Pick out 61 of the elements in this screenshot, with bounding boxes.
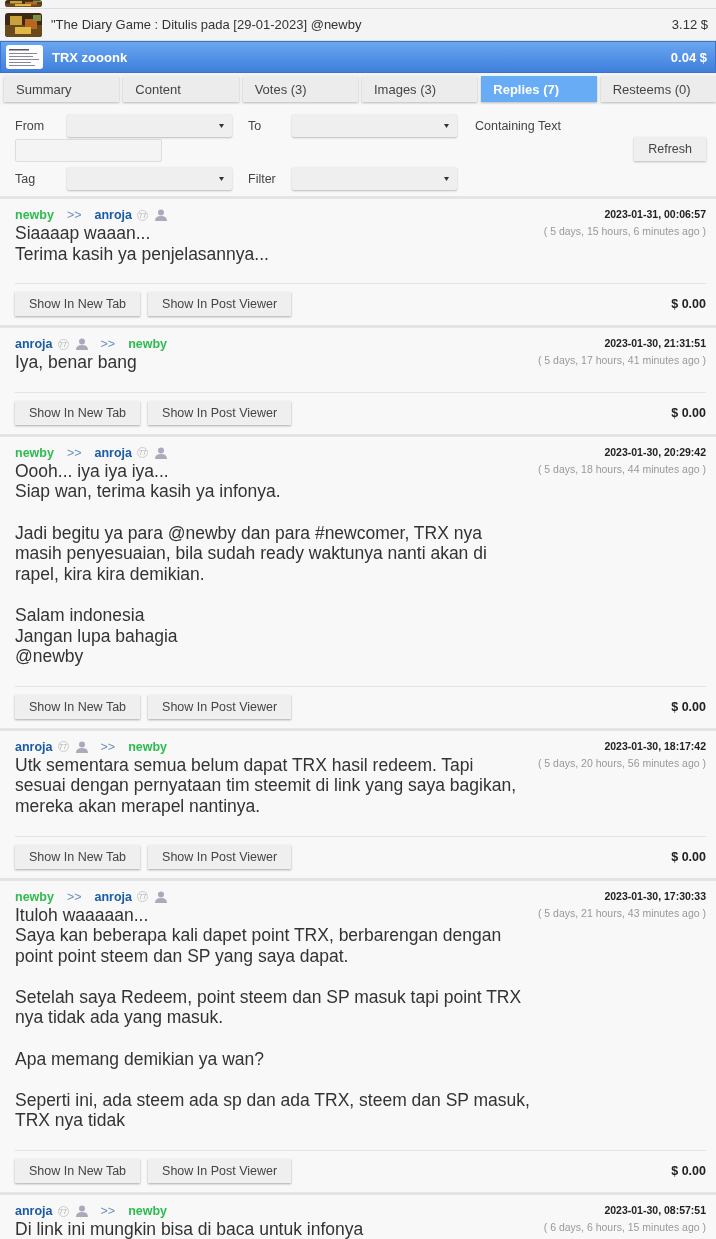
tab[interactable]: Content [123, 76, 239, 102]
filter-label: Containing Text [475, 118, 561, 133]
filter-label: Filter [248, 171, 277, 186]
reply-text: Ituloh waaaaan... Saya kan beberapa kali dapet point TRX, berbarengan dengan point point steem dan SP yang saya dapat. Setelah saya Redeem, point steem dan SP masuk tapi point TRX nya tidak ada yang masuk. Apa memang demikian ya wan? Seperti ini, ada steem ada sp dan ada TRX, steem dan SP masuk, TRX nya tidak [15, 904, 530, 1132]
show-button[interactable]: Show In New Tab [15, 1159, 141, 1184]
reply-date: 2023-01-30, 18:17:42 [603, 739, 706, 752]
payout-value: $ 0.00 [671, 849, 706, 864]
show-button[interactable]: Show In Post Viewer [148, 400, 292, 425]
show-button[interactable]: Show In New Tab [15, 844, 141, 869]
reply-text: Oooh... iya iya iya... Siap wan, terima kasih ya infonya. Jadi begitu ya para @newby dan para #newcomer, TRX nya masih penyesuaian, bila sudah ready waktunya nanti akan di rapel, kira kira demikian. Salam indonesia Jangan lupa bahagia @newby [15, 460, 487, 667]
reply-text: Utk sementara semua belum dapat TRX hasil redeem. Tapi sesuai dengan pernyataan tim steemit di link yang saya bagikan, mereka akan merapel nantinya. [15, 754, 516, 817]
time-ago: ( 5 days, 15 hours, 6 minutes ago ) [543, 225, 706, 237]
user-link[interactable]: anroja [15, 739, 53, 754]
tab[interactable]: Votes (3) [242, 76, 358, 102]
arrow-text: >> [66, 445, 82, 460]
user-link[interactable]: anroja [94, 889, 133, 904]
reply-text: Iya, benar bang [15, 352, 137, 373]
user-link[interactable]: anroja [15, 1204, 53, 1219]
arrow-text: >> [100, 1204, 116, 1219]
user-link[interactable]: anroja [94, 208, 133, 222]
tab[interactable]: Resteems (0) [600, 76, 716, 102]
tab[interactable]: Summary [4, 76, 120, 102]
time-ago: ( 5 days, 21 hours, 43 minutes ago ) [537, 906, 706, 919]
post-row[interactable]: "The Diary Game : Ditulis pada [29-01-2023] @newby 3.12 $ [0, 9, 716, 41]
show-button[interactable]: Show In Post Viewer [148, 694, 292, 719]
show-button[interactable]: Show In Post Viewer [148, 292, 292, 317]
post-title: TRX zooonk [52, 49, 129, 65]
user-link[interactable]: anroja [94, 445, 133, 460]
reply-text: Siaaaap waaan... Terima kasih ya penjelasannya... [15, 223, 269, 265]
show-button[interactable]: Show In Post Viewer [148, 844, 292, 869]
user-link[interactable]: anroja [15, 337, 53, 352]
payout-value: $ 0.00 [671, 1164, 706, 1179]
show-button[interactable]: Show In New Tab [15, 400, 141, 425]
filter-label: To [248, 118, 263, 133]
payout-value: $ 0.00 [671, 405, 706, 420]
time-ago: ( 5 days, 17 hours, 41 minutes ago ) [537, 354, 706, 367]
payout-value: $ 0.00 [671, 297, 706, 312]
arrow-text: >> [100, 337, 116, 352]
show-button[interactable]: Show In New Tab [15, 694, 141, 719]
post-value: 3.12 $ [671, 17, 708, 32]
time-ago: ( 5 days, 20 hours, 56 minutes ago ) [537, 756, 706, 769]
reply-date: 2023-01-30, 20:29:42 [603, 445, 706, 458]
tab[interactable]: Images (3) [362, 76, 478, 102]
filter-label: Tag [15, 171, 37, 186]
filter-label: From [15, 118, 46, 133]
reply-date: 2023-01-30, 08:57:51 [603, 1204, 706, 1217]
arrow-text: >> [100, 739, 116, 754]
refresh-button[interactable]: Refresh [634, 137, 706, 161]
payout-value: $ 0.00 [671, 699, 706, 714]
post-value: 0.04 $ [670, 49, 707, 65]
reply-date: 2023-01-31, 00:06:57 [603, 208, 706, 220]
reply-text: Di link ini mungkin bisa di baca untuk infonya [15, 1219, 364, 1239]
arrow-text: >> [66, 889, 82, 904]
time-ago: ( 5 days, 18 hours, 44 minutes ago ) [537, 462, 706, 475]
reply-date: 2023-01-30, 17:30:33 [603, 889, 706, 902]
reply-date: 2023-01-30, 21:31:51 [603, 337, 706, 350]
show-button[interactable]: Show In New Tab [15, 292, 141, 317]
show-button[interactable]: Show In Post Viewer [148, 1159, 292, 1184]
arrow-text: >> [66, 208, 82, 222]
post-title: "The Diary Game : Ditulis pada [29-01-2023] @newby [51, 17, 363, 32]
time-ago: ( 6 days, 6 hours, 15 minutes ago ) [543, 1221, 706, 1234]
